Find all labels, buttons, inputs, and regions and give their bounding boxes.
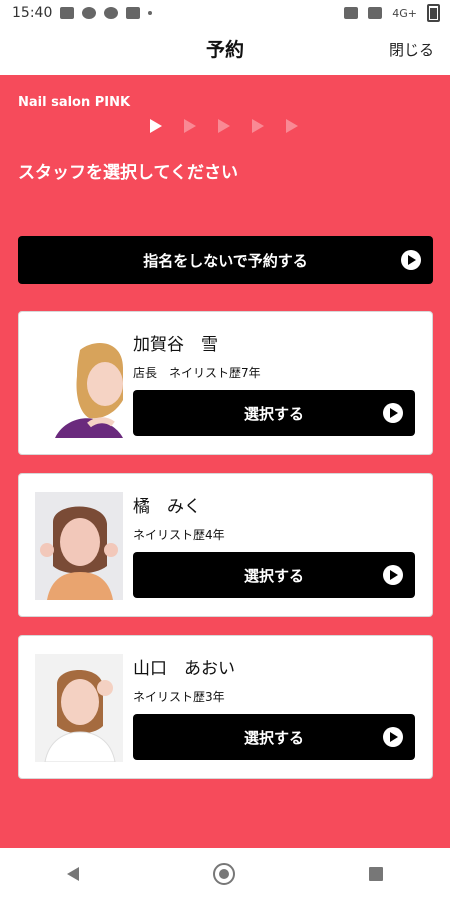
staff-photo xyxy=(35,654,123,762)
person-icon xyxy=(126,7,141,19)
status-bar: 15:40 4G+ xyxy=(0,0,450,26)
recent-apps-icon[interactable] xyxy=(369,867,383,881)
no-nomination-label: 指名をしないで予約する xyxy=(143,251,308,270)
step-1-active xyxy=(150,119,162,133)
play-arrow-icon xyxy=(383,565,403,585)
staff-name: 山口 あおい xyxy=(133,659,235,679)
close-button[interactable]: 閉じる xyxy=(389,26,434,75)
image-icon xyxy=(60,7,75,19)
staff-card: 山口 あおい ネイリスト歴3年 選択する xyxy=(18,635,433,779)
dot-icon xyxy=(148,11,153,15)
play-arrow-icon xyxy=(401,250,421,270)
app-bar: 予約 閉じる xyxy=(0,26,450,76)
select-button-label: 選択する xyxy=(243,728,304,747)
step-3 xyxy=(218,119,230,133)
no-nomination-button[interactable]: 指名をしないで予約する xyxy=(18,236,433,284)
staff-description: 店長 ネイリスト歴7年 xyxy=(133,366,261,380)
select-staff-prompt: スタッフを選択してください xyxy=(18,163,238,183)
status-time: 15:40 xyxy=(12,5,53,21)
staff-photo xyxy=(35,492,123,600)
select-staff-button[interactable]: 選択する xyxy=(133,714,415,760)
staff-card: 橘 みく ネイリスト歴4年 選択する xyxy=(18,473,433,617)
line-icon xyxy=(104,7,119,19)
step-5 xyxy=(286,119,298,133)
select-staff-button[interactable]: 選択する xyxy=(133,390,415,436)
step-4 xyxy=(252,119,264,133)
page-title: 予約 xyxy=(205,39,244,61)
staff-name: 橘 みく xyxy=(133,497,201,517)
message-icon xyxy=(82,7,97,19)
staff-card: 加賀谷 雪 店長 ネイリスト歴7年 選択する xyxy=(18,311,433,455)
select-staff-button[interactable]: 選択する xyxy=(133,552,415,598)
mute-icon xyxy=(344,7,359,19)
staff-description: ネイリスト歴3年 xyxy=(133,690,225,704)
staff-name: 加賀谷 雪 xyxy=(133,335,218,355)
main-area: Nail salon PINK スタッフを選択してください 指名をしないで予約す… xyxy=(0,75,450,848)
play-arrow-icon xyxy=(383,727,403,747)
staff-photo-image xyxy=(35,330,123,438)
staff-description: ネイリスト歴4年 xyxy=(133,528,225,542)
select-button-label: 選択する xyxy=(243,404,304,423)
system-nav-bar xyxy=(0,848,450,900)
staff-photo xyxy=(35,330,123,438)
step-2 xyxy=(184,119,196,133)
step-indicator xyxy=(150,119,298,133)
back-icon[interactable] xyxy=(67,867,79,881)
select-button-label: 選択する xyxy=(243,566,304,585)
play-arrow-icon xyxy=(383,403,403,423)
no-alarm-icon xyxy=(368,7,383,19)
staff-photo-image xyxy=(35,654,123,762)
network-label: 4G+ xyxy=(392,6,417,20)
salon-name: Nail salon PINK xyxy=(18,95,131,110)
staff-photo-image xyxy=(35,492,123,600)
battery-icon xyxy=(427,4,440,22)
home-icon[interactable] xyxy=(213,863,235,885)
